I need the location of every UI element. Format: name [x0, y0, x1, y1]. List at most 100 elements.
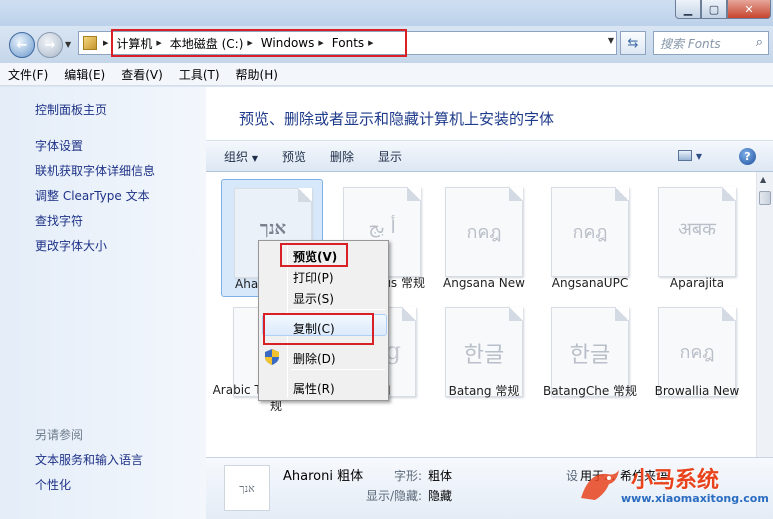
menu-help[interactable]: 帮助(H) — [236, 66, 278, 83]
show-button[interactable]: 显示 — [378, 148, 402, 165]
close-icon: ✕ — [744, 2, 754, 16]
font-sample: أ بج — [368, 217, 396, 238]
maximize-icon: ▢ — [708, 2, 720, 16]
back-arrow-icon: ← — [16, 37, 28, 53]
chevron-down-icon: ▼ — [251, 153, 258, 163]
font-tile[interactable]: กคฎ AngsanaUPC — [539, 179, 641, 297]
font-sample: 한글 — [569, 343, 611, 368]
search-input[interactable]: 搜索 Fonts ⌕ — [653, 31, 769, 55]
title-bar: ▁ ▢ ✕ — [0, 0, 773, 26]
sidebar-item-personalization[interactable]: 个性化 — [35, 476, 71, 493]
details-sample: אנך — [239, 481, 255, 495]
menu-separator — [291, 369, 385, 370]
caption-buttons: ▁ ▢ ✕ — [675, 0, 771, 19]
font-label: BatangChe 常规 — [542, 384, 638, 398]
forward-button[interactable]: → — [37, 32, 63, 58]
sidebar-item-cleartype[interactable]: 调整 ClearType 文本 — [35, 187, 150, 204]
vertical-scrollbar[interactable]: ▲ — [756, 172, 773, 457]
preview-button[interactable]: 预览 — [282, 148, 306, 165]
navigation-pane: 控制面板主页 字体设置 联机获取字体详细信息 调整 ClearType 文本 查… — [0, 87, 206, 519]
history-dropdown-icon[interactable]: ▼ — [65, 40, 71, 49]
breadcrumb-separator-icon[interactable]: ▶ — [368, 39, 373, 47]
font-tile[interactable]: กคฎ Browallia New — [646, 299, 748, 417]
menu-item-preview[interactable]: 预览(V) — [293, 248, 337, 265]
folder-icon — [83, 36, 97, 50]
font-tile[interactable]: अबक Aparajita — [646, 179, 748, 297]
maximize-button[interactable]: ▢ — [701, 0, 727, 19]
menu-view[interactable]: 查看(V) — [121, 66, 163, 83]
font-label: Browallia New — [654, 384, 740, 398]
font-sample: กคฎ — [679, 342, 715, 363]
see-also-heading: 另请参阅 — [35, 428, 84, 442]
font-tile[interactable]: 한글 Batang 常规 — [433, 299, 535, 417]
breadcrumb-label: 本地磁盘 (C:) — [169, 36, 244, 51]
delete-button[interactable]: 删除 — [330, 148, 354, 165]
font-sample: กคฎ — [572, 222, 608, 243]
breadcrumb-local-disk[interactable]: 本地磁盘 (C:) — [166, 32, 248, 54]
details-style-label: 字形: — [394, 469, 423, 483]
horse-logo-icon — [581, 470, 619, 500]
breadcrumb-computer[interactable]: 计算机 — [112, 32, 156, 54]
breadcrumb-separator-icon[interactable]: ▶ — [247, 39, 252, 47]
details-font-name: Aharoni 粗体 — [283, 469, 364, 484]
minimize-icon: ▁ — [683, 2, 693, 16]
breadcrumb-separator-icon[interactable]: ▶ — [156, 39, 161, 47]
font-label: AngsanaUPC — [551, 276, 629, 290]
menu-item-print[interactable]: 打印(P) — [293, 269, 334, 286]
font-sample: 한글 — [463, 343, 505, 368]
uac-shield-icon — [265, 349, 279, 365]
back-button[interactable]: ← — [9, 32, 35, 58]
font-label: Batang 常规 — [448, 384, 520, 398]
menu-item-copy[interactable]: 复制(C) — [293, 320, 335, 337]
details-visibility-label: 显示/隐藏: — [366, 489, 423, 503]
breadcrumb-fonts[interactable]: Fonts — [328, 32, 368, 54]
sidebar-item-font-settings[interactable]: 字体设置 — [35, 137, 83, 154]
font-sample: אנך — [259, 218, 287, 239]
page-title: 预览、删除或者显示和隐藏计算机上安装的字体 — [239, 110, 555, 128]
view-icon — [678, 150, 692, 161]
menu-item-delete[interactable]: 删除(D) — [293, 350, 336, 367]
breadcrumb-windows[interactable]: Windows — [257, 32, 319, 54]
scroll-thumb[interactable] — [759, 191, 771, 205]
breadcrumb-label: Windows — [260, 36, 315, 50]
watermark-url: www.xiaomaxitong.com — [621, 492, 769, 505]
menu-separator — [291, 309, 385, 310]
font-label: Angsana New — [443, 276, 525, 290]
breadcrumb-separator-icon[interactable]: ▶ — [103, 39, 108, 47]
breadcrumb-separator-icon[interactable]: ▶ — [318, 39, 323, 47]
menu-file[interactable]: 文件(F) — [8, 66, 48, 83]
explorer-window: ▁ ▢ ✕ ← → ▼ ▶ 计算机 ▶ 本地磁盘 (C:) ▶ Windows … — [0, 0, 773, 519]
help-icon: ? — [744, 150, 751, 163]
font-thumbnail: אנך — [224, 465, 270, 511]
details-style-value: 粗体 — [428, 469, 453, 483]
sidebar-item-text-services[interactable]: 文本服务和输入语言 — [35, 451, 143, 468]
scroll-up-icon[interactable]: ▲ — [760, 175, 766, 184]
font-sample: กคฎ — [466, 222, 502, 243]
context-menu: 预览(V) 打印(P) 显示(S) 复制(C) 删除(D) 属性(R) — [258, 240, 389, 401]
sidebar-item-online-font-info[interactable]: 联机获取字体详细信息 — [35, 162, 155, 179]
help-button[interactable]: ? — [739, 148, 756, 165]
sidebar-item-find-character[interactable]: 查找字符 — [35, 212, 83, 229]
font-label: Aparajita — [669, 276, 725, 290]
menu-tools[interactable]: 工具(T) — [179, 66, 220, 83]
sidebar-item-font-size[interactable]: 更改字体大小 — [35, 237, 107, 254]
menu-item-properties[interactable]: 属性(R) — [293, 380, 335, 397]
minimize-button[interactable]: ▁ — [675, 0, 701, 19]
search-icon[interactable]: ⌕ — [756, 35, 763, 50]
menu-item-show[interactable]: 显示(S) — [293, 290, 334, 307]
menu-edit[interactable]: 编辑(E) — [64, 66, 105, 83]
breadcrumb-label: 计算机 — [116, 36, 153, 51]
organize-label: 组织 — [224, 149, 249, 164]
address-bar[interactable]: ▶ 计算机 ▶ 本地磁盘 (C:) ▶ Windows ▶ Fonts ▶ ▼ — [78, 31, 617, 55]
refresh-button[interactable]: ⇆ — [620, 31, 646, 55]
close-button[interactable]: ✕ — [727, 0, 771, 19]
font-tile[interactable]: กคฎ Angsana New — [433, 179, 535, 297]
address-dropdown-icon[interactable]: ▼ — [608, 36, 614, 45]
font-sample: अबक — [678, 219, 716, 240]
watermark: 小马系统 www.xiaomaxitong.com — [575, 462, 771, 512]
content-header: 预览、删除或者显示和隐藏计算机上安装的字体 — [206, 87, 773, 140]
sidebar-item-control-panel-home[interactable]: 控制面板主页 — [35, 101, 107, 118]
font-tile[interactable]: 한글 BatangChe 常规 — [539, 299, 641, 417]
view-options-button[interactable]: ▼ — [678, 148, 702, 162]
organize-button[interactable]: 组织 ▼ — [224, 148, 258, 165]
